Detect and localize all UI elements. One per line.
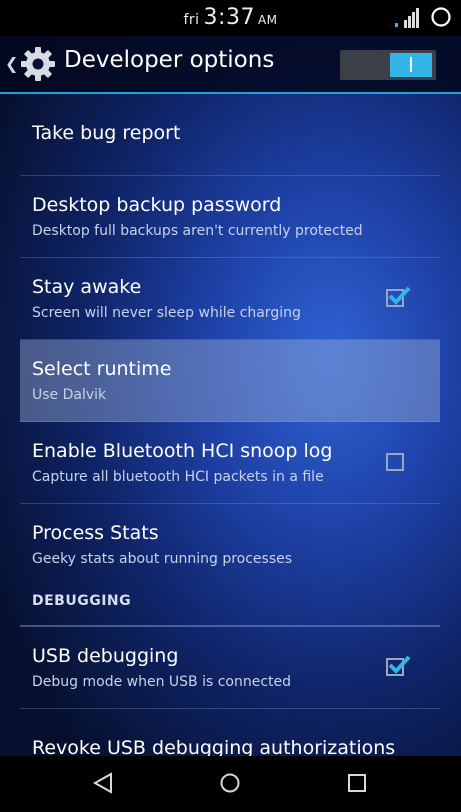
- preference-list: Take bug report Desktop backup password …: [20, 94, 440, 790]
- checkmark-icon: [388, 655, 411, 674]
- item-title: Process Stats: [32, 522, 159, 544]
- up-caret-icon[interactable]: ❮: [5, 54, 18, 73]
- list-item-bluetooth-hci-snoop[interactable]: Enable Bluetooth HCI snoop log Capture a…: [20, 422, 440, 504]
- list-item-usb-debugging[interactable]: USB debugging Debug mode when USB is con…: [20, 627, 440, 709]
- item-title: Take bug report: [32, 122, 181, 144]
- battery-icon: [431, 7, 451, 27]
- item-title: Select runtime: [32, 358, 172, 380]
- item-summary: Screen will never sleep while charging: [32, 305, 301, 321]
- developer-options-toggle[interactable]: I: [340, 50, 436, 80]
- page-title: Developer options: [64, 47, 275, 73]
- item-summary: Use Dalvik: [32, 387, 107, 403]
- item-title: Desktop backup password: [32, 194, 282, 216]
- status-bar: fri 3:37 AM: [0, 0, 461, 36]
- item-summary: Geeky stats about running processes: [32, 551, 293, 567]
- item-summary: Desktop full backups aren't currently pr…: [32, 223, 363, 239]
- toggle-knob-label: I: [408, 53, 414, 77]
- recents-icon[interactable]: [348, 774, 366, 792]
- item-summary: Debug mode when USB is connected: [32, 674, 292, 690]
- usb-debugging-checkbox[interactable]: [386, 655, 411, 676]
- item-summary: Capture all bluetooth HCI packets in a f…: [32, 469, 324, 485]
- list-item-process-stats[interactable]: Process Stats Geeky stats about running …: [20, 504, 440, 585]
- list-item-select-runtime[interactable]: Select runtime Use Dalvik: [20, 340, 440, 422]
- status-time: 3:37: [203, 5, 255, 30]
- toggle-knob: I: [390, 53, 432, 77]
- item-title: Enable Bluetooth HCI snoop log: [32, 440, 333, 462]
- screen: fri 3:37 AM ❮ Developer options I Take b…: [0, 0, 461, 812]
- gear-icon[interactable]: [18, 44, 58, 84]
- stay-awake-checkbox[interactable]: [386, 286, 411, 307]
- action-bar: ❮ Developer options I: [0, 36, 461, 94]
- section-header-label: DEBUGGING: [32, 593, 132, 609]
- list-item-desktop-backup-password[interactable]: Desktop backup password Desktop full bac…: [20, 176, 440, 258]
- back-icon[interactable]: [92, 772, 114, 794]
- navigation-bar: [0, 756, 461, 812]
- item-title: Stay awake: [32, 276, 142, 298]
- checkmark-icon: [388, 286, 411, 305]
- list-item-take-bug-report[interactable]: Take bug report: [20, 94, 440, 176]
- status-day: fri: [183, 12, 200, 28]
- status-ampm: AM: [257, 13, 278, 27]
- item-title: USB debugging: [32, 645, 179, 667]
- signal-icon: [395, 8, 419, 28]
- bluetooth-hci-snoop-checkbox[interactable]: [386, 453, 404, 471]
- home-icon[interactable]: [219, 772, 241, 794]
- section-header-debugging: DEBUGGING: [20, 585, 440, 627]
- list-item-stay-awake[interactable]: Stay awake Screen will never sleep while…: [20, 258, 440, 340]
